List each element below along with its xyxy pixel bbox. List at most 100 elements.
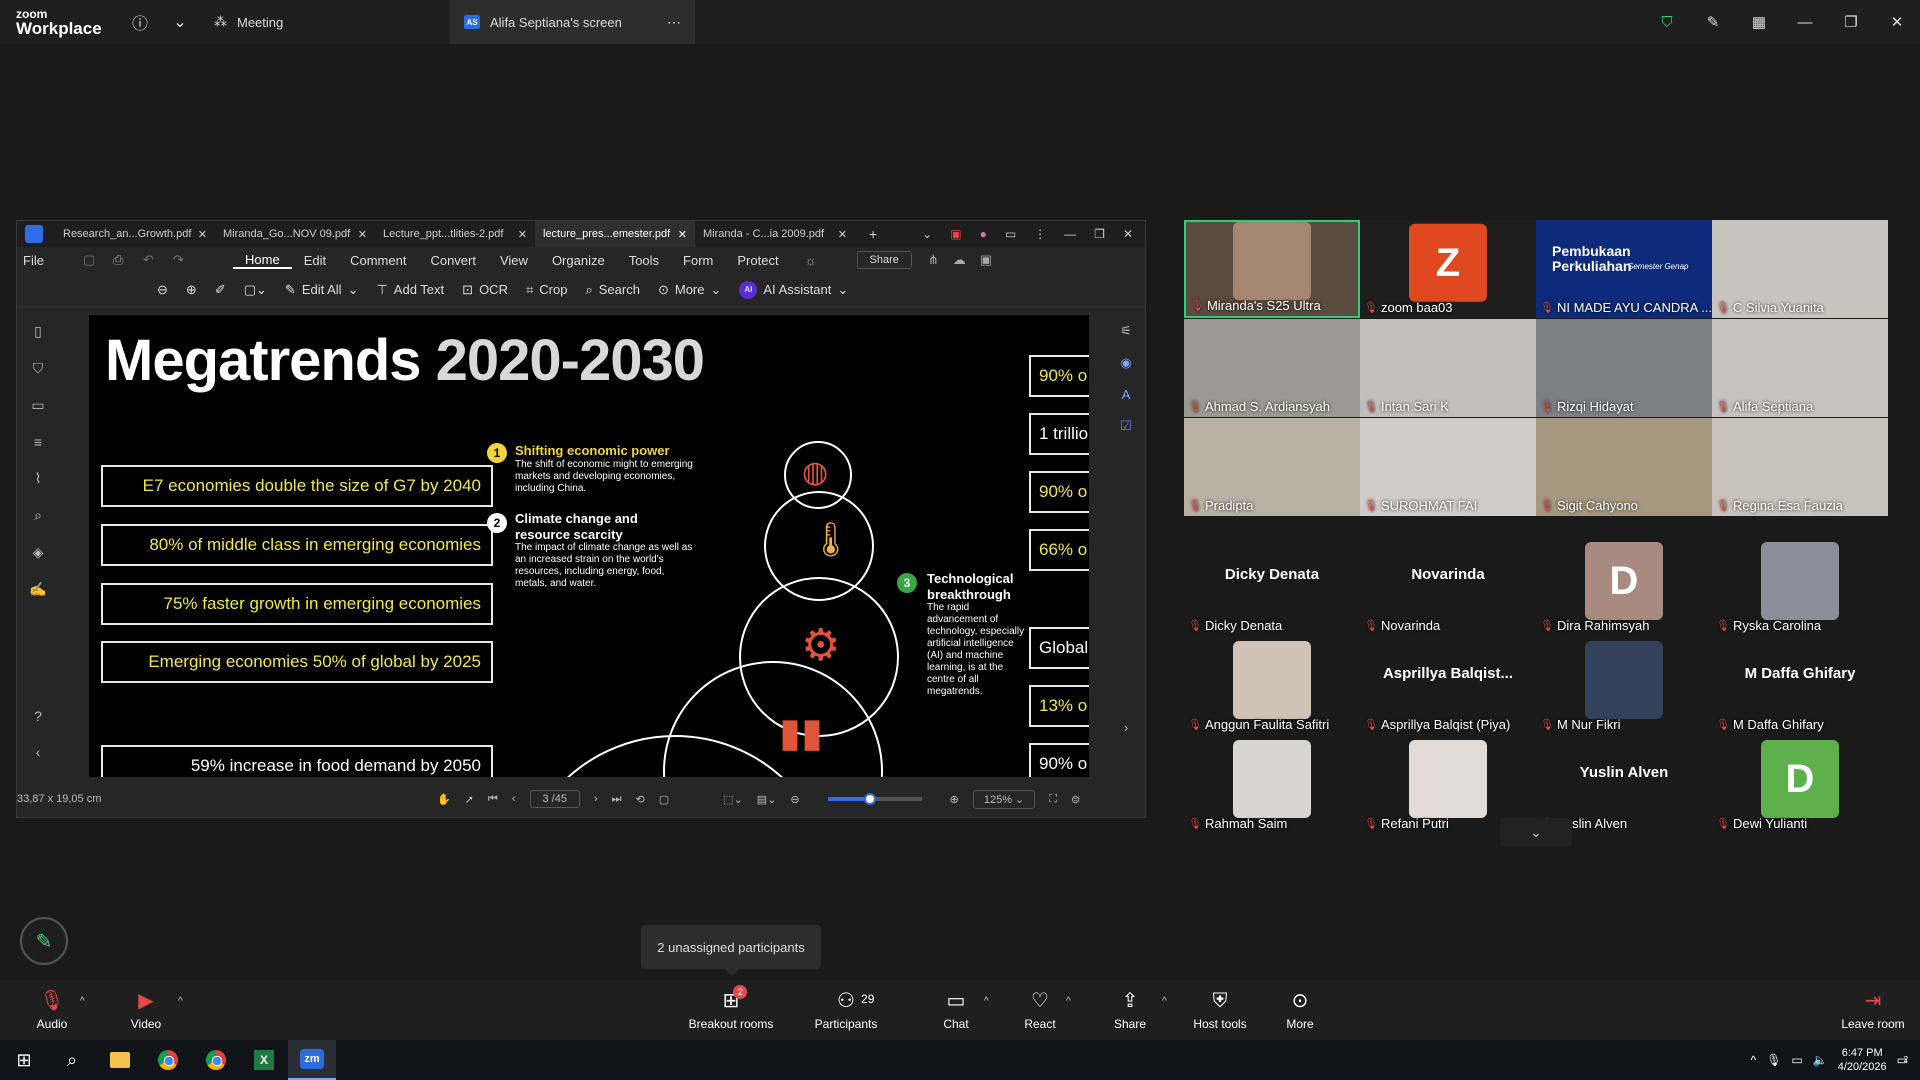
close-icon[interactable]: ✕	[838, 228, 847, 241]
connect-icon[interactable]: ⋔	[912, 252, 939, 268]
audio-button[interactable]: 🎙 Audio	[30, 980, 74, 1040]
search-icon[interactable]: ⌕	[34, 507, 42, 524]
chat-button[interactable]: ▭ Chat	[936, 980, 976, 1040]
avatar-tile[interactable]: 🎙 Ryska Carolina	[1712, 538, 1888, 636]
video-tile[interactable]: 🎙 Regina Esa Fauzia	[1712, 418, 1888, 516]
annotate-icon[interactable]: ✎	[1690, 13, 1736, 31]
zoom-in-icon[interactable]: ⊕	[186, 282, 197, 298]
comment-icon[interactable]: ▭	[1005, 227, 1016, 241]
stack-icon[interactable]: ◈	[33, 544, 44, 561]
settings-sliders-icon[interactable]: ⚟	[1120, 323, 1132, 339]
close-icon[interactable]: ✕	[1874, 13, 1920, 31]
highlighter-icon[interactable]: ✐	[215, 282, 226, 298]
video-tile[interactable]: 🎙 SUROHMAT FAI	[1360, 418, 1536, 516]
tab-shared-screen[interactable]: AS Alifa Septiana's screen ⋯	[450, 0, 695, 44]
page-number-input[interactable]: 3 /45	[529, 790, 580, 808]
tray-chevron-icon[interactable]: ^	[1751, 1053, 1757, 1067]
zoom-in-icon[interactable]: ⊕	[950, 793, 959, 806]
help-icon[interactable]: ?	[34, 708, 42, 724]
zoom-level-select[interactable]: 125% ⌄	[972, 789, 1036, 809]
profile-icon[interactable]: ●	[980, 227, 987, 241]
menu-view[interactable]: View	[488, 253, 540, 268]
excel-icon[interactable]: X	[240, 1040, 288, 1080]
menu-organize[interactable]: Organize	[540, 253, 617, 268]
chat-options-caret[interactable]: ^	[984, 996, 989, 1007]
video-tile[interactable]: 🎙 Alifa Septiana	[1712, 319, 1888, 417]
video-button[interactable]: ▶ Video	[124, 980, 168, 1040]
page-thumbnail-icon[interactable]: ▯	[34, 323, 42, 340]
signature-icon[interactable]: ✍	[29, 581, 46, 598]
close-icon[interactable]: ✕	[358, 228, 367, 241]
view-layout-icon[interactable]: ▦	[1736, 13, 1782, 31]
close-icon[interactable]: ✕	[198, 228, 207, 241]
avatar-tile[interactable]: 🎙 Rahmah Saim	[1184, 736, 1360, 834]
video-tile[interactable]: 🎙 C Silvia Yuanita	[1712, 220, 1888, 318]
attachment-icon[interactable]: ⌇	[35, 470, 42, 487]
video-tile[interactable]: 🎙 Sigit Cahyono	[1536, 418, 1712, 516]
zoom-out-icon[interactable]: ⊖	[157, 282, 168, 298]
select-tool-icon[interactable]: ➚	[465, 793, 474, 806]
pdf-tab[interactable]: Miranda_Go...NOV 09.pdf ✕	[215, 228, 375, 241]
save-icon[interactable]: ▢	[83, 252, 113, 268]
avatar-tile[interactable]: M Daffa Ghifary 🎙 M Daffa Ghifary	[1712, 637, 1888, 735]
search-icon[interactable]: ⌕	[48, 1040, 96, 1080]
chrome-icon[interactable]	[144, 1040, 192, 1080]
search-button[interactable]: ⌕ Search	[585, 282, 639, 298]
restore-icon[interactable]: ❐	[1094, 227, 1105, 241]
next-page-icon[interactable]: ›	[594, 793, 598, 805]
fit-icon[interactable]: ⬚⌄	[723, 793, 743, 806]
menu-form[interactable]: Form	[671, 253, 725, 268]
hand-tool-icon[interactable]: ✋	[437, 793, 451, 806]
notification-icon[interactable]: ▭ 2	[1897, 1053, 1908, 1067]
edit-all-button[interactable]: ✎ Edit All ⌄	[285, 282, 359, 298]
avatar-tile[interactable]: Asprillya Balqist... 🎙 Asprillya Balqist (…	[1360, 637, 1536, 735]
zoom-slider[interactable]	[827, 793, 922, 805]
more-vertical-icon[interactable]: ⋮	[1034, 227, 1046, 241]
gallery-expand-button[interactable]: ⌄	[1500, 818, 1572, 846]
chat-bot-icon[interactable]: ◉	[1120, 355, 1131, 371]
gift-icon[interactable]: ▣	[950, 227, 961, 241]
layout-icon[interactable]: ▤⌄	[757, 793, 777, 806]
undo-icon[interactable]: ↶	[143, 252, 173, 268]
minimize-icon[interactable]: —	[1782, 14, 1828, 31]
more-options-icon[interactable]: ⋯	[667, 14, 681, 31]
avatar-tile[interactable]: D 🎙 Dewi Yulianti	[1712, 736, 1888, 834]
last-page-icon[interactable]: ⏭	[612, 793, 622, 806]
shield-icon[interactable]: ⛉	[1644, 14, 1690, 31]
zoom-out-icon[interactable]: ⊖	[790, 793, 799, 806]
layers-icon[interactable]: ≡	[34, 434, 42, 450]
upload-icon[interactable]: ☁	[939, 252, 966, 268]
breakout-rooms-button[interactable]: ⊞ 2 Breakout rooms	[686, 980, 776, 1040]
video-tile[interactable]: Pembukaan Perkuliahan Semester Genap 🎙 NI M…	[1536, 220, 1712, 318]
close-icon[interactable]: ✕	[518, 228, 527, 241]
menu-comment[interactable]: Comment	[338, 253, 418, 268]
more-button[interactable]: ⊙ More	[1282, 980, 1318, 1040]
menu-protect[interactable]: Protect	[725, 253, 790, 268]
video-tile[interactable]: 🎙 Ahmad S. Ardiansyah	[1184, 319, 1360, 417]
microphone-icon[interactable]: 🎙	[1766, 1053, 1781, 1067]
print-icon[interactable]: ⎙	[113, 252, 143, 268]
chrome-profile-icon[interactable]	[192, 1040, 240, 1080]
minimize-icon[interactable]: —	[1064, 227, 1076, 241]
check-icon[interactable]: ☑	[1120, 418, 1132, 434]
video-tile[interactable]: 🎙 Intan Sari K	[1360, 319, 1536, 417]
translate-icon[interactable]: A	[1122, 387, 1131, 402]
zoom-app-icon[interactable]: zm	[288, 1040, 336, 1080]
redo-icon[interactable]: ↷	[173, 252, 233, 268]
annotate-button[interactable]: ✎	[20, 917, 68, 965]
video-tile[interactable]: 🎙 Rizqi Hidayat	[1536, 319, 1712, 417]
video-tile[interactable]: 🎙 Pradipta	[1184, 418, 1360, 516]
volume-icon[interactable]: 🔈	[1813, 1053, 1828, 1067]
prev-page-icon[interactable]: ‹	[512, 793, 516, 805]
video-tile[interactable]: 🎙 Miranda's S25 Ultra	[1184, 220, 1360, 318]
leave-room-button[interactable]: ⇥ Leave room	[1838, 980, 1908, 1040]
system-clock[interactable]: 6:47 PM 4/20/2026	[1838, 1046, 1887, 1075]
participants-button[interactable]: ⚇ 29 Participants	[812, 980, 880, 1040]
menu-edit[interactable]: Edit	[292, 253, 338, 268]
avatar-tile[interactable]: Novarinda 🎙 Novarinda	[1360, 538, 1536, 636]
windows-start-icon[interactable]: ⊞	[0, 1040, 48, 1080]
tab-meeting[interactable]: ⁂ Meeting	[200, 0, 450, 44]
close-icon[interactable]: ✕	[678, 228, 687, 241]
more-button[interactable]: ⊙ More ⌄	[658, 282, 721, 298]
shape-icon[interactable]: ▢⌄	[244, 282, 267, 298]
